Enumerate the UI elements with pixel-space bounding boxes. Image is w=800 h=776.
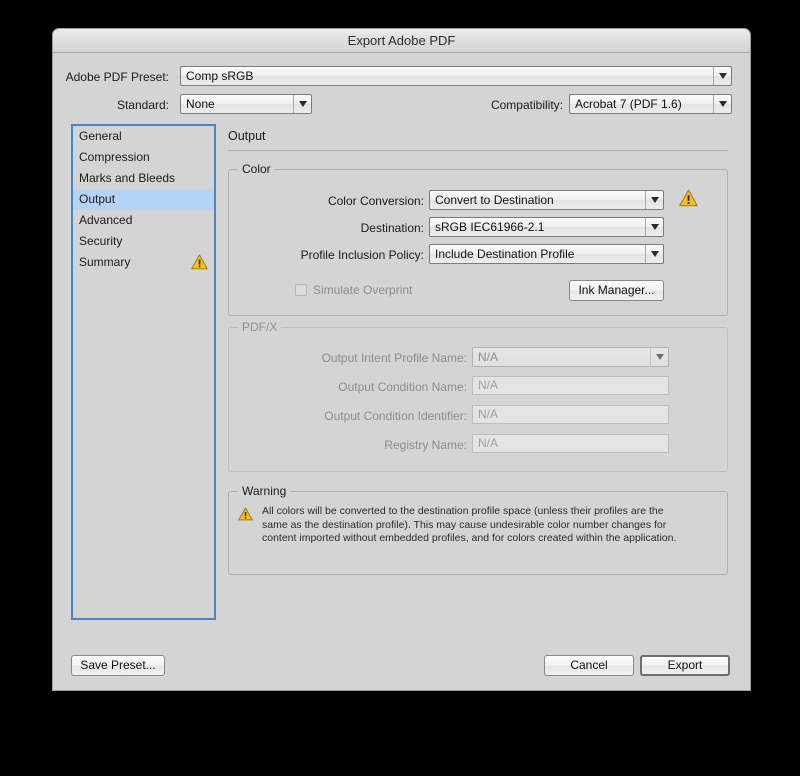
color-conversion-dropdown[interactable]: Convert to Destination xyxy=(429,190,664,210)
chevron-down-icon xyxy=(293,95,311,113)
warning-icon xyxy=(238,507,253,521)
destination-value: sRGB IEC61966-2.1 xyxy=(435,220,545,234)
compatibility-label: Compatibility: xyxy=(490,98,563,112)
pdfx-group: PDF/X Output Intent Profile Name: N/A Ou… xyxy=(228,320,728,472)
page-title-divider xyxy=(228,150,728,151)
cancel-button[interactable]: Cancel xyxy=(544,655,634,676)
standard-label: Standard: xyxy=(116,98,169,112)
standard-dropdown[interactable]: None xyxy=(180,94,312,114)
warning-group: Warning All colors will be converted to … xyxy=(228,484,728,575)
sidebar-item-compression[interactable]: Compression xyxy=(73,147,214,168)
profile-inclusion-policy-label: Profile Inclusion Policy: xyxy=(300,248,424,262)
chevron-down-icon xyxy=(713,95,731,113)
standard-value: None xyxy=(186,97,215,111)
registry-name-label: Registry Name: xyxy=(384,438,467,452)
simulate-overprint-checkbox[interactable]: Simulate Overprint xyxy=(295,283,412,297)
chevron-down-icon xyxy=(713,67,731,85)
checkbox-box xyxy=(295,284,307,296)
compatibility-dropdown[interactable]: Acrobat 7 (PDF 1.6) xyxy=(569,94,732,114)
chevron-down-icon xyxy=(650,348,668,366)
export-button[interactable]: Export xyxy=(640,655,730,676)
profile-inclusion-policy-value: Include Destination Profile xyxy=(435,247,575,261)
sidebar-item-label: Marks and Bleeds xyxy=(79,171,176,185)
simulate-overprint-label: Simulate Overprint xyxy=(313,283,413,297)
color-conversion-label: Color Conversion: xyxy=(327,194,424,208)
sidebar-item-advanced[interactable]: Advanced xyxy=(73,210,214,231)
destination-label: Destination: xyxy=(360,221,424,235)
output-condition-identifier-input[interactable]: N/A xyxy=(472,405,669,424)
output-condition-identifier-label: Output Condition Identifier: xyxy=(324,409,467,423)
chevron-down-icon xyxy=(645,218,663,236)
warning-icon xyxy=(191,254,208,270)
compatibility-value: Acrobat 7 (PDF 1.6) xyxy=(575,97,682,111)
sidebar-item-output[interactable]: Output xyxy=(73,189,214,210)
color-conversion-value: Convert to Destination xyxy=(435,193,554,207)
dialog-title: Export Adobe PDF xyxy=(347,33,456,48)
warning-group-legend: Warning xyxy=(238,484,291,498)
profile-inclusion-policy-dropdown[interactable]: Include Destination Profile xyxy=(429,244,664,264)
output-intent-profile-name-dropdown[interactable]: N/A xyxy=(472,347,669,367)
sidebar-item-summary[interactable]: Summary xyxy=(73,252,214,273)
warning-message: All colors will be converted to the dest… xyxy=(262,505,677,544)
output-intent-profile-name-value: N/A xyxy=(478,350,499,364)
sidebar-item-label: Compression xyxy=(79,150,150,164)
screen: Export Adobe PDF Adobe PDF Preset: Comp … xyxy=(0,0,800,776)
settings-category-list[interactable]: General Compression Marks and Bleeds Out… xyxy=(71,124,216,620)
color-group: Color Color Conversion: Convert to Desti… xyxy=(228,162,728,316)
output-condition-name-label: Output Condition Name: xyxy=(338,380,467,394)
adobe-pdf-preset-label: Adobe PDF Preset: xyxy=(65,70,169,84)
chevron-down-icon xyxy=(645,191,663,209)
ink-manager-button[interactable]: Ink Manager... xyxy=(569,280,664,301)
sidebar-item-label: Security xyxy=(79,234,123,248)
sidebar-item-general[interactable]: General xyxy=(73,126,214,147)
output-condition-name-input[interactable]: N/A xyxy=(472,376,669,395)
sidebar-item-marks-and-bleeds[interactable]: Marks and Bleeds xyxy=(73,168,214,189)
output-intent-profile-name-label: Output Intent Profile Name: xyxy=(321,351,467,365)
save-preset-button[interactable]: Save Preset... xyxy=(71,655,165,676)
dialog-titlebar: Export Adobe PDF xyxy=(53,29,750,53)
export-adobe-pdf-dialog: Export Adobe PDF Adobe PDF Preset: Comp … xyxy=(53,29,750,690)
sidebar-item-label: Output xyxy=(79,192,116,206)
sidebar-item-label: General xyxy=(79,129,122,143)
destination-dropdown[interactable]: sRGB IEC61966-2.1 xyxy=(429,217,664,237)
color-group-legend: Color xyxy=(238,162,275,176)
sidebar-item-security[interactable]: Security xyxy=(73,231,214,252)
registry-name-input[interactable]: N/A xyxy=(472,434,669,453)
sidebar-item-label: Summary xyxy=(79,255,131,269)
color-conversion-warning-icon xyxy=(679,189,698,207)
pdfx-group-legend: PDF/X xyxy=(238,320,282,334)
chevron-down-icon xyxy=(645,245,663,263)
sidebar-item-label: Advanced xyxy=(79,213,133,227)
page-title: Output xyxy=(228,129,266,143)
adobe-pdf-preset-value: Comp sRGB xyxy=(186,69,254,83)
adobe-pdf-preset-dropdown[interactable]: Comp sRGB xyxy=(180,66,732,86)
